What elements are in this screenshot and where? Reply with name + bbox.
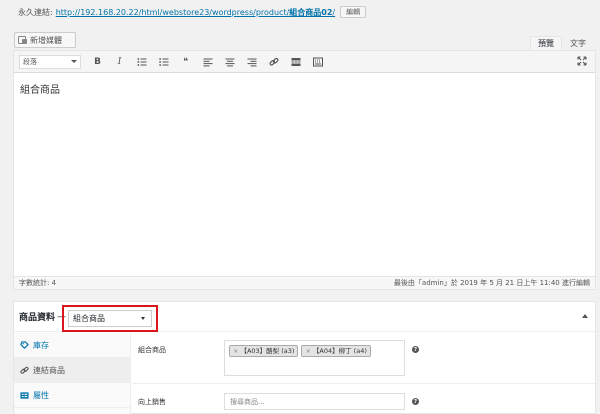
word-count: 字數統計: 4: [19, 279, 57, 287]
collapse-arrow-icon[interactable]: [582, 314, 588, 318]
last-edited-info: 最後由「admin」於 2019 年 5 月 21 日上午 11:40 進行編輯: [393, 279, 590, 287]
remove-icon[interactable]: ×: [305, 347, 310, 355]
editor-content[interactable]: 組合商品: [20, 81, 60, 96]
content-editor: 段落 B I ❝ 組合商品 字數統計: 4 最後由「admin」於 2019 年…: [13, 50, 596, 290]
tab-text[interactable]: 文字: [562, 36, 594, 50]
chevron-down-icon: [141, 317, 145, 320]
inventory-icon: [20, 340, 29, 350]
numbered-list-icon[interactable]: [154, 55, 173, 69]
tab-visual[interactable]: 預覽: [530, 36, 562, 50]
link-icon: [20, 366, 29, 375]
tab-linked-products[interactable]: 連結商品: [14, 358, 130, 383]
permalink-url[interactable]: http://192.168.20.22/html/webstore23/wor…: [56, 7, 335, 18]
upsells-label: 向上銷售: [138, 398, 166, 406]
product-data-tabs: 庫存 連結商品 屬性 進階: [14, 333, 131, 414]
italic-icon[interactable]: I: [110, 55, 129, 69]
remove-icon[interactable]: ×: [233, 347, 238, 355]
product-chip[interactable]: × 【A03】酪梨 (a3): [229, 345, 299, 357]
product-data-box: 商品資料 — 組合商品 庫存 連結商品 屬性 組合商品 × 【A03】酪梨 (a…: [13, 301, 596, 414]
bulleted-list-icon[interactable]: [132, 55, 151, 69]
field-divider: [132, 383, 595, 384]
link-icon[interactable]: [264, 55, 283, 69]
permalink-bar: 永久連結: http://192.168.20.22/html/webstore…: [18, 6, 367, 18]
attributes-icon: [20, 391, 29, 400]
tab-label: 庫存: [33, 340, 49, 350]
format-select[interactable]: 段落: [19, 54, 81, 69]
editor-tabs: 預覽 文字: [530, 36, 594, 50]
tab-inventory[interactable]: 庫存: [14, 333, 130, 358]
permalink-url-prefix: http://192.168.20.22/html/webstore23/wor…: [55, 7, 290, 17]
product-type-value: 組合商品: [73, 314, 105, 323]
blockquote-icon[interactable]: ❝: [176, 55, 195, 69]
align-left-icon[interactable]: [198, 55, 217, 69]
editor-toolbar: 段落 B I ❝: [14, 51, 595, 73]
read-more-icon[interactable]: [286, 55, 305, 69]
permalink-url-suffix: /: [332, 7, 336, 17]
bold-icon[interactable]: B: [88, 55, 107, 69]
toolbar-toggle-icon[interactable]: [308, 55, 327, 69]
media-icon: [18, 36, 27, 44]
permalink-label: 永久連結:: [18, 7, 53, 17]
chip-label: 【A04】柳丁 (a4): [312, 347, 367, 355]
tab-advanced[interactable]: 進階: [14, 408, 130, 414]
add-media-button[interactable]: 新增媒體: [14, 32, 76, 48]
help-icon[interactable]: ?: [412, 398, 419, 405]
product-type-select[interactable]: 組合商品: [68, 310, 152, 327]
tab-label: 連結商品: [33, 365, 65, 375]
upsells-search-input[interactable]: 搜尋商品...: [224, 393, 405, 410]
chip-label: 【A03】酪梨 (a3): [240, 347, 295, 355]
chevron-down-icon: [71, 60, 77, 63]
align-right-icon[interactable]: [242, 55, 261, 69]
linked-products-panel: 組合商品 × 【A03】酪梨 (a3) × 【A04】柳丁 (a4) ? 向上銷售 …: [132, 333, 595, 414]
grouped-products-label: 組合商品: [138, 346, 166, 354]
grouped-products-input[interactable]: × 【A03】酪梨 (a3) × 【A04】柳丁 (a4): [224, 340, 405, 376]
add-media-label: 新增媒體: [30, 35, 62, 45]
editor-status-bar: 字數統計: 4 最後由「admin」於 2019 年 5 月 21 日上午 11…: [14, 276, 595, 289]
upsells-placeholder: 搜尋商品...: [230, 397, 265, 406]
product-data-title: 商品資料: [19, 313, 56, 323]
permalink-url-slug: 組合商品02: [289, 7, 333, 17]
align-center-icon[interactable]: [220, 55, 239, 69]
tab-attributes[interactable]: 屬性: [14, 383, 130, 408]
tab-label: 屬性: [33, 390, 49, 400]
product-chip[interactable]: × 【A04】柳丁 (a4): [301, 345, 371, 357]
help-icon[interactable]: ?: [412, 346, 419, 353]
format-select-value: 段落: [23, 57, 37, 66]
fullscreen-icon[interactable]: [577, 56, 587, 66]
edit-permalink-button[interactable]: 編輯: [340, 6, 367, 18]
